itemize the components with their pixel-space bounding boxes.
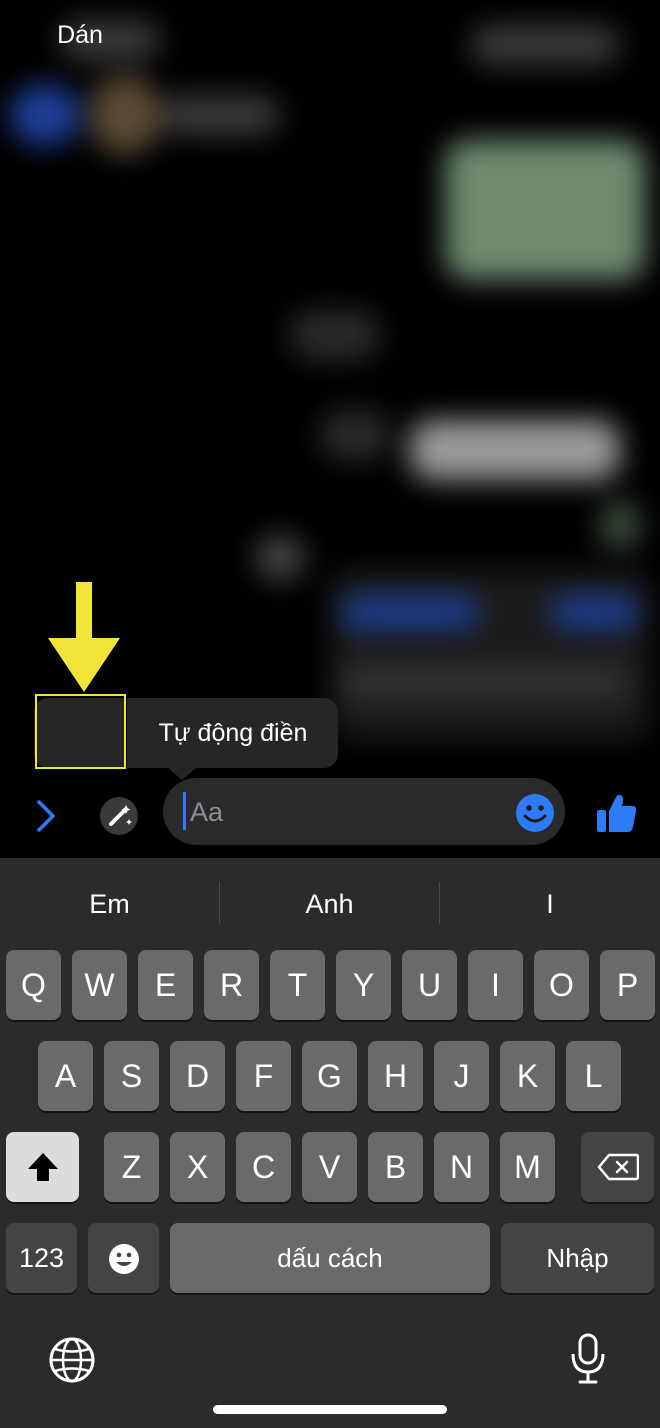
globe-icon[interactable] [48,1336,96,1384]
magic-wand-icon[interactable] [99,796,139,836]
emoji-face-icon [109,1244,139,1274]
key-t[interactable]: T [270,950,325,1020]
annotation-arrow-icon [48,582,120,692]
suggestion-1[interactable]: Em [0,858,219,950]
microphone-icon[interactable] [568,1332,608,1386]
key-j[interactable]: J [434,1041,489,1111]
key-m[interactable]: M [500,1132,555,1202]
return-key[interactable]: Nhập [501,1223,654,1293]
text-cursor [183,792,186,830]
key-h[interactable]: H [368,1041,423,1111]
key-x[interactable]: X [170,1132,225,1202]
shift-arrow-icon [28,1153,58,1181]
home-indicator[interactable] [213,1405,447,1414]
key-y[interactable]: Y [336,950,391,1020]
key-s[interactable]: S [104,1041,159,1111]
suggestion-2[interactable]: Anh [220,858,439,950]
menu-divider [126,698,127,768]
backspace-key[interactable] [581,1132,654,1202]
key-n[interactable]: N [434,1132,489,1202]
key-q[interactable]: Q [6,950,61,1020]
key-l[interactable]: L [566,1041,621,1111]
shift-key[interactable] [6,1132,79,1202]
key-w[interactable]: W [72,950,127,1020]
message-placeholder: Aa [190,797,224,827]
paste-menu-item[interactable]: Dán [34,0,126,70]
key-o[interactable]: O [534,950,589,1020]
expand-chevron-icon[interactable] [34,798,58,834]
key-d[interactable]: D [170,1041,225,1111]
key-u[interactable]: U [402,950,457,1020]
autofill-menu-item[interactable]: Tự động điền [128,698,338,768]
numbers-key[interactable]: 123 [6,1223,77,1293]
key-f[interactable]: F [236,1041,291,1111]
message-input[interactable] [163,778,565,845]
key-r[interactable]: R [204,950,259,1020]
key-a[interactable]: A [38,1041,93,1111]
backspace-icon [597,1153,639,1181]
space-key[interactable]: dấu cách [170,1223,490,1293]
key-e[interactable]: E [138,950,193,1020]
key-k[interactable]: K [500,1041,555,1111]
paste-highlight-box [35,694,126,769]
key-i[interactable]: I [468,950,523,1020]
emoji-icon[interactable] [515,793,555,833]
key-g[interactable]: G [302,1041,357,1111]
emoji-key[interactable] [88,1223,159,1293]
suggestion-3[interactable]: I [440,858,660,950]
like-thumb-icon[interactable] [594,792,638,836]
key-c[interactable]: C [236,1132,291,1202]
key-b[interactable]: B [368,1132,423,1202]
key-z[interactable]: Z [104,1132,159,1202]
key-p[interactable]: P [600,950,655,1020]
key-v[interactable]: V [302,1132,357,1202]
